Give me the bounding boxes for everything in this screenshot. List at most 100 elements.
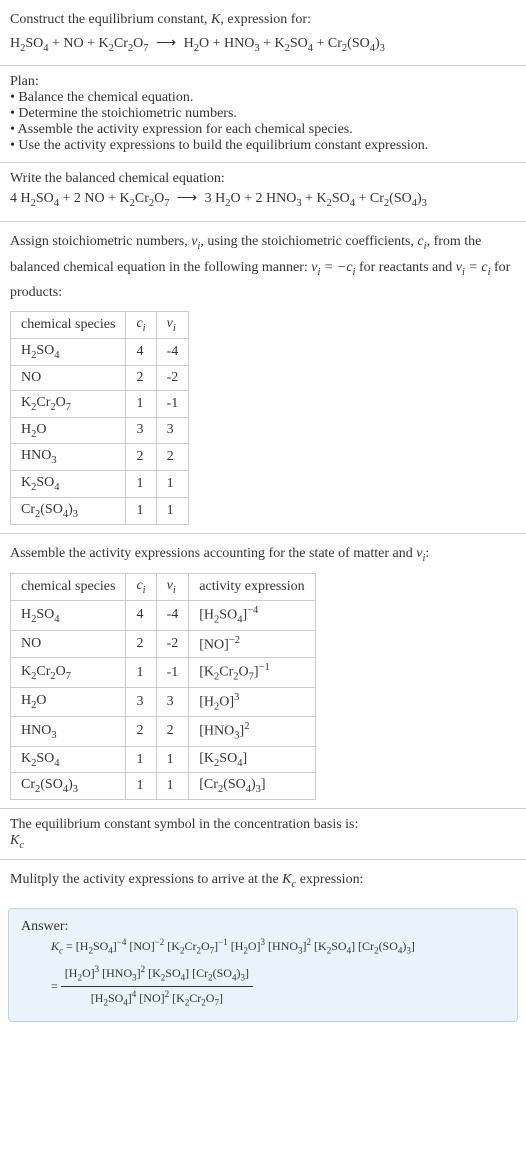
cell-ci: 1 [126,471,156,498]
intro-section: Construct the equilibrium constant, K, e… [0,0,526,66]
table-row: K2Cr2O71-1[K2Cr2O7]−1 [11,658,316,687]
stoich-t2: , using the stoichiometric coefficients, [200,234,417,249]
kc-symbol: Kc [10,833,516,851]
cell-vi: -2 [156,365,189,390]
cell-species: NO [11,630,126,658]
kc-fraction: [H2O]3 [HNO3]2 [K2SO4] [Cr2(SO4)3] [H2SO… [61,962,253,1010]
cell-activity: [K2SO4] [189,746,315,773]
K-symbol: K [211,12,220,27]
stoich-section: Assign stoichiometric numbers, νi, using… [0,222,526,534]
table-row: HNO322[HNO3]2 [11,717,316,746]
cell-ci: 4 [126,338,156,365]
cell-vi: 2 [156,444,189,471]
table-row: K2SO411 [11,471,189,498]
th-vi: νi [156,574,189,601]
table-row: K2Cr2O71-1 [11,390,189,417]
cell-vi: 3 [156,417,189,444]
intro-text-a: Construct the equilibrium constant, [10,12,211,27]
plan-bullet-4: • Use the activity expressions to build … [10,138,516,154]
cell-ci: 3 [126,687,156,716]
kc-symbol-section: The equilibrium constant symbol in the c… [0,809,526,860]
th-ci: ci [126,574,156,601]
cell-ci: 2 [126,444,156,471]
stoich-table: chemical species ci νi H2SO44-4 NO 2 -2 K2… [10,311,189,525]
cell-ci: 3 [126,417,156,444]
cell-species: H2SO4 [11,601,126,630]
stoich-t1: Assign stoichiometric numbers, [10,234,191,249]
cell-activity: [NO]−2 [189,630,315,658]
cell-vi: -4 [156,601,189,630]
cell-species: K2Cr2O7 [11,390,126,417]
final-section: Mulitply the activity expressions to arr… [0,860,526,902]
cell-species: HNO3 [11,717,126,746]
c-i: ci [417,234,426,249]
cell-activity: [K2Cr2O7]−1 [189,658,315,687]
cell-ci: 2 [126,717,156,746]
kc-fraction-line: = [H2O]3 [HNO3]2 [K2SO4] [Cr2(SO4)3] [H2… [51,962,505,1010]
table-row: K2SO411[K2SO4] [11,746,316,773]
th-vi: νi [156,312,189,339]
kc-product-line: Kc = [H2SO4]−4 [NO]−2 [K2Cr2O7]−1 [H2O]3… [51,935,505,959]
multiply-t2: expression: [296,872,363,887]
th-species: chemical species [11,574,126,601]
cell-activity: [Cr2(SO4)3] [189,773,315,800]
balanced-section: Write the balanced chemical equation: 4 … [0,163,526,222]
cell-vi: -1 [156,390,189,417]
cell-activity: [H2SO4]−4 [189,601,315,630]
cell-ci: 1 [126,497,156,524]
cell-species: NO [11,365,126,390]
nu-eq-c: νi = ci [456,260,491,275]
table-header-row: chemical species ci νi activity expressi… [11,574,316,601]
cell-ci: 1 [126,773,156,800]
plan-bullet-1: • Balance the chemical equation. [10,90,516,106]
activity-intro: Assemble the activity expressions accoun… [10,542,516,568]
nu-i: νi [191,234,200,249]
cell-activity: [HNO3]2 [189,717,315,746]
activity-table: chemical species ci νi activity expressi… [10,573,316,800]
cell-species: K2Cr2O7 [11,658,126,687]
kc-symbol-text: The equilibrium constant symbol in the c… [10,817,516,833]
activity-section: Assemble the activity expressions accoun… [0,534,526,810]
th-species: chemical species [11,312,126,339]
table-row: H2O33[H2O]3 [11,687,316,716]
stoich-t4: for reactants and [355,260,455,275]
plan-heading: Plan: [10,74,516,90]
kc-numerator: [H2O]3 [HNO3]2 [K2SO4] [Cr2(SO4)3] [61,962,253,987]
plan-section: Plan: • Balance the chemical equation. •… [0,66,526,163]
cell-activity: [H2O]3 [189,687,315,716]
activity-t1: Assemble the activity expressions accoun… [10,546,416,561]
cell-species: H2O [11,417,126,444]
kc-inline: Kc [282,872,296,887]
unbalanced-equation: H2SO4 + NO + K2Cr2O7 ⟶ H2O + HNO3 + K2SO… [10,32,516,58]
cell-species: Cr2(SO4)3 [11,773,126,800]
multiply-t1: Mulitply the activity expressions to arr… [10,872,282,887]
multiply-intro: Mulitply the activity expressions to arr… [10,868,516,894]
table-header-row: chemical species ci νi [11,312,189,339]
cell-vi: -1 [156,658,189,687]
cell-vi: 1 [156,471,189,498]
cell-ci: 1 [126,746,156,773]
cell-ci: 1 [126,658,156,687]
th-ci: ci [126,312,156,339]
table-row: Cr2(SO4)311[Cr2(SO4)3] [11,773,316,800]
cell-species: K2SO4 [11,746,126,773]
th-activity: activity expression [189,574,315,601]
table-row: H2O33 [11,417,189,444]
cell-species: H2SO4 [11,338,126,365]
nu-i-2: νi [416,546,425,561]
cell-ci: 2 [126,630,156,658]
cell-ci: 1 [126,390,156,417]
table-row: HNO322 [11,444,189,471]
table-row: H2SO44-4 [11,338,189,365]
cell-species: Cr2(SO4)3 [11,497,126,524]
plan-bullet-3: • Assemble the activity expression for e… [10,122,516,138]
plan-bullet-2: • Determine the stoichiometric numbers. [10,106,516,122]
balanced-heading: Write the balanced chemical equation: [10,171,516,187]
cell-vi: 2 [156,717,189,746]
balanced-equation: 4 H2SO4 + 2 NO + K2Cr2O7 ⟶ 3 H2O + 2 HNO… [10,187,516,213]
answer-box: Answer: Kc = [H2SO4]−4 [NO]−2 [K2Cr2O7]−… [8,908,518,1022]
kc-denominator: [H2SO4]4 [NO]2 [K2Cr2O7] [61,987,253,1011]
cell-vi: 1 [156,497,189,524]
table-row: Cr2(SO4)311 [11,497,189,524]
cell-species: H2O [11,687,126,716]
